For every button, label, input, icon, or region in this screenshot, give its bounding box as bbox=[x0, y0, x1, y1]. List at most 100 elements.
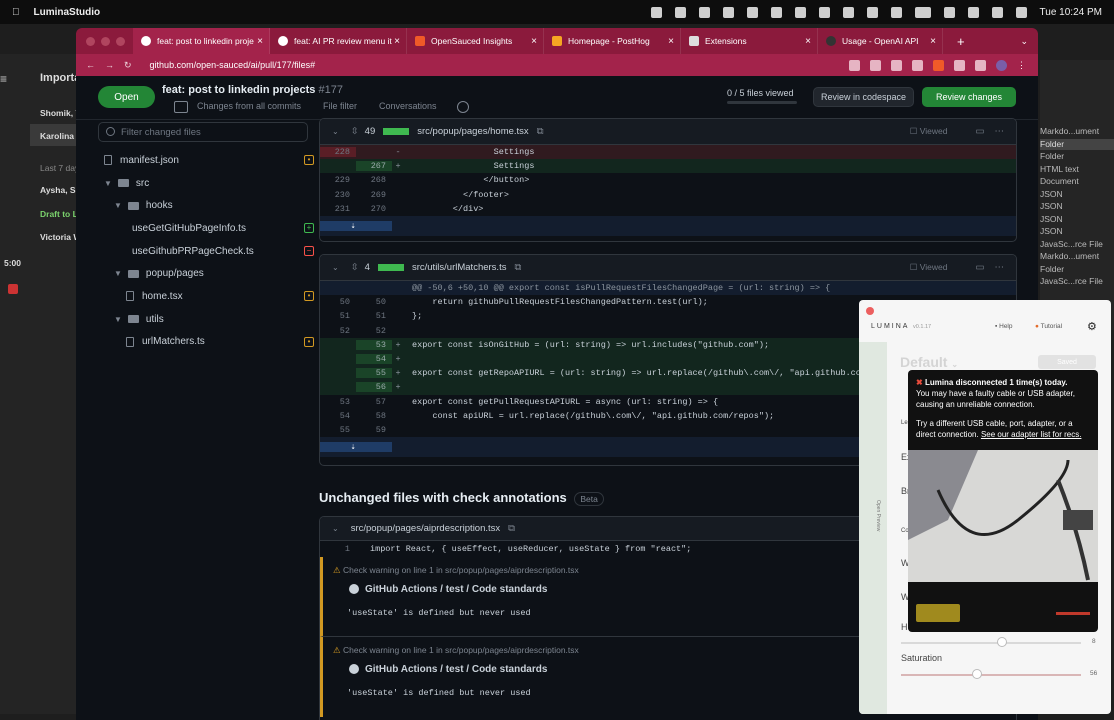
new-line-number[interactable]: 56 bbox=[356, 382, 392, 393]
install-icon[interactable] bbox=[849, 59, 860, 71]
mail-icon[interactable] bbox=[722, 6, 734, 18]
tree-folder[interactable]: ▼ src bbox=[104, 172, 314, 195]
saved-button[interactable]: Saved bbox=[1038, 355, 1096, 369]
new-line-number[interactable]: 270 bbox=[356, 204, 392, 214]
old-line-number[interactable]: 55 bbox=[320, 425, 356, 435]
old-line-number[interactable]: 228 bbox=[320, 147, 356, 158]
hamburger-icon[interactable]: ≡ bbox=[0, 72, 10, 86]
app-name[interactable]: LuminaStudio bbox=[34, 7, 101, 18]
file-filter-input[interactable]: Filter changed files bbox=[98, 122, 308, 142]
old-line-number[interactable]: 50 bbox=[320, 297, 356, 307]
tree-folder[interactable]: ▼ hooks bbox=[104, 194, 314, 217]
close-icon[interactable]: × bbox=[930, 36, 936, 47]
tab-list-icon[interactable]: ⌄ bbox=[1020, 36, 1028, 47]
search-icon[interactable] bbox=[967, 6, 979, 18]
browser-tab[interactable]: feat: AI PR review menu it × bbox=[270, 28, 407, 54]
extensions-icon[interactable] bbox=[954, 59, 965, 71]
saturation-slider-knob[interactable] bbox=[972, 669, 982, 679]
new-line-number[interactable]: 58 bbox=[356, 411, 392, 421]
url-field[interactable]: github.com/open-sauced/ai/pull/177/files… bbox=[150, 60, 316, 70]
expand-icon[interactable]: ⇳ bbox=[351, 262, 359, 273]
help-link[interactable]: ▪ Help bbox=[995, 323, 1013, 330]
avatar[interactable] bbox=[996, 59, 1007, 71]
review-changes-button[interactable]: Review changes bbox=[922, 87, 1016, 107]
browser-tab[interactable]: OpenSauced Insights × bbox=[407, 28, 544, 54]
tutorial-link[interactable]: ● Tutorial bbox=[1035, 323, 1062, 330]
dropbox-icon[interactable] bbox=[650, 6, 662, 18]
shield-icon[interactable] bbox=[794, 6, 806, 18]
diff-file-path[interactable]: src/utils/urlMatchers.ts bbox=[412, 262, 507, 273]
review-in-codespace-button[interactable]: Review in codespace bbox=[813, 87, 914, 107]
warning-source-text[interactable]: GitHub Actions / test / Code standards bbox=[365, 664, 547, 675]
chevron-down-icon[interactable]: ⌄ bbox=[332, 127, 339, 136]
close-icon[interactable]: × bbox=[805, 36, 811, 47]
tree-folder[interactable]: ▼ utils bbox=[104, 308, 314, 331]
file-filter-dropdown[interactable]: File filter bbox=[323, 101, 357, 111]
browser-tab[interactable]: Extensions × bbox=[681, 28, 818, 54]
tree-file[interactable]: manifest.json • bbox=[104, 149, 314, 172]
new-line-number[interactable]: 54 bbox=[356, 354, 392, 365]
record-icon[interactable] bbox=[8, 284, 18, 294]
background-row[interactable]: Aysha, Sh bbox=[40, 185, 81, 195]
window-controls[interactable] bbox=[86, 36, 125, 46]
gear-icon[interactable] bbox=[674, 6, 686, 18]
control-center-icon[interactable] bbox=[991, 6, 1003, 18]
gear-icon[interactable]: ⚙ bbox=[1087, 320, 1097, 333]
tree-folder[interactable]: ▼ popup/pages bbox=[104, 262, 314, 285]
back-icon[interactable]: ← bbox=[86, 60, 95, 71]
browser-tab[interactable]: feat: post to linkedin proje × bbox=[133, 28, 270, 54]
diff-file-path[interactable]: src/popup/pages/aiprdescription.tsx bbox=[351, 523, 500, 534]
copy-icon[interactable]: ⧉ bbox=[537, 126, 544, 137]
hue-slider[interactable] bbox=[901, 642, 1081, 644]
chevron-down-icon[interactable]: ⌄ bbox=[332, 263, 339, 272]
browser-tab[interactable]: Usage - OpenAI API × bbox=[818, 28, 943, 54]
new-line-number[interactable]: 55 bbox=[356, 368, 392, 379]
battery-icon[interactable] bbox=[914, 6, 931, 18]
share-icon[interactable] bbox=[891, 59, 902, 71]
clock[interactable]: Tue 10:24 PM bbox=[1040, 7, 1102, 18]
copy-icon[interactable]: ⧉ bbox=[514, 262, 521, 273]
more-icon[interactable]: ⋯ bbox=[995, 262, 1005, 273]
sidebar-icon[interactable] bbox=[975, 59, 986, 71]
close-icon[interactable]: × bbox=[257, 36, 263, 47]
new-line-number[interactable]: 50 bbox=[356, 297, 392, 307]
settings-gear-icon[interactable] bbox=[457, 101, 469, 113]
old-line-number[interactable]: 53 bbox=[320, 397, 356, 407]
opensauced-extension-icon[interactable] bbox=[933, 59, 944, 71]
new-line-number[interactable]: 267 bbox=[356, 161, 392, 172]
background-row[interactable]: Shomik, Y bbox=[40, 108, 81, 118]
new-tab-icon[interactable]: + bbox=[957, 34, 965, 49]
preset-dropdown[interactable]: Default ⌄ bbox=[900, 354, 958, 370]
clipboard-icon[interactable] bbox=[770, 6, 782, 18]
expand-icon[interactable]: ⇳ bbox=[351, 126, 359, 137]
new-line-number[interactable]: 57 bbox=[356, 397, 392, 407]
more-icon[interactable]: ⋯ bbox=[995, 126, 1005, 137]
open-preview-tab[interactable]: Open Preview bbox=[867, 500, 881, 560]
new-line-number[interactable]: 51 bbox=[356, 311, 392, 321]
star-icon[interactable] bbox=[912, 59, 923, 71]
expand-down-icon[interactable]: ⇣ bbox=[320, 442, 392, 453]
tree-file[interactable]: home.tsx • bbox=[104, 285, 314, 308]
tree-file[interactable]: urlMatchers.ts • bbox=[104, 331, 314, 354]
reload-icon[interactable]: ↻ bbox=[124, 60, 132, 71]
old-line-number[interactable]: 229 bbox=[320, 175, 356, 185]
hue-slider-knob[interactable] bbox=[997, 637, 1007, 647]
browser-tab[interactable]: Homepage - PostHog × bbox=[544, 28, 681, 54]
expand-row[interactable]: ⇣ bbox=[320, 215, 1016, 236]
siri-icon[interactable] bbox=[1015, 6, 1027, 18]
wifi-icon[interactable] bbox=[943, 6, 955, 18]
viewed-checkbox[interactable]: ☐ Viewed bbox=[910, 262, 948, 273]
old-line-number[interactable]: 52 bbox=[320, 326, 356, 336]
cloud-icon[interactable] bbox=[866, 6, 878, 18]
chat-icon[interactable] bbox=[746, 6, 758, 18]
background-row[interactable]: Draft to L bbox=[40, 209, 78, 219]
background-row[interactable]: Karolina J bbox=[40, 131, 81, 141]
primary-action-button[interactable] bbox=[916, 604, 960, 622]
cursor-icon[interactable] bbox=[818, 6, 830, 18]
chevron-down-icon[interactable]: ⌄ bbox=[332, 524, 339, 533]
car-icon[interactable] bbox=[890, 6, 902, 18]
conversations-dropdown[interactable]: Conversations bbox=[379, 101, 437, 111]
comment-icon[interactable]: ▭ bbox=[976, 126, 985, 137]
old-line-number[interactable]: 231 bbox=[320, 204, 356, 214]
tree-file[interactable]: useGithubPRPageCheck.ts − bbox=[104, 240, 314, 263]
